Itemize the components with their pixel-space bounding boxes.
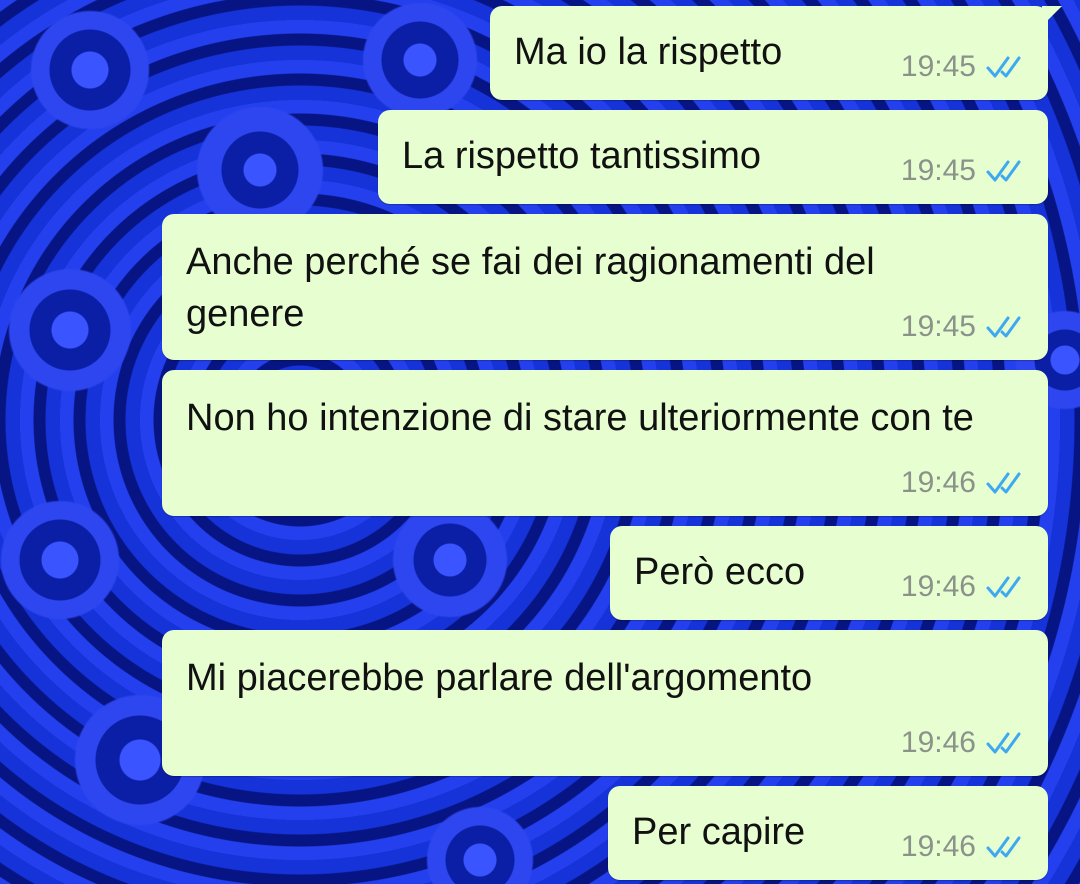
bubble-tail xyxy=(1042,6,1062,26)
message-meta: 19:45 xyxy=(901,310,1026,344)
message-time: 19:46 xyxy=(900,726,976,759)
message-meta: 19:45 xyxy=(901,154,1026,188)
message-time: 19:45 xyxy=(900,310,976,343)
message-meta: 19:45 xyxy=(901,50,1026,84)
message-text: Anche perché se fai dei ragionamenti del… xyxy=(186,241,886,335)
message-time: 19:46 xyxy=(900,466,976,499)
message-time: 19:46 xyxy=(900,570,976,603)
double-check-icon xyxy=(986,316,1021,338)
double-check-icon xyxy=(986,732,1021,754)
message-meta: 19:46 xyxy=(901,726,1026,760)
message-time: 19:45 xyxy=(900,50,976,83)
message-bubble[interactable]: Per capire 19:46 xyxy=(608,786,1048,880)
message-bubble[interactable]: Non ho intenzione di stare ulteriormente… xyxy=(162,370,1048,516)
message-meta: 19:46 xyxy=(901,570,1026,604)
message-bubble[interactable]: Anche perché se fai dei ragionamenti del… xyxy=(162,214,1048,360)
message-bubble[interactable]: La rispetto tantissimo 19:45 xyxy=(378,110,1048,204)
message-bubble[interactable]: Però ecco 19:46 xyxy=(610,526,1048,620)
message-bubble[interactable]: Ma io la rispetto 19:45 xyxy=(490,6,1062,100)
double-check-icon xyxy=(986,576,1021,598)
double-check-icon xyxy=(986,160,1021,182)
double-check-icon xyxy=(986,472,1021,494)
message-meta: 19:46 xyxy=(901,466,1026,500)
message-text: Mi piacerebbe parlare dell'argomento xyxy=(186,657,813,699)
message-time: 19:45 xyxy=(900,154,976,187)
message-bubble[interactable]: Mi piacerebbe parlare dell'argomento 19:… xyxy=(162,630,1048,776)
chat-message-list[interactable]: Ma io la rispetto 19:45 La rispetto tant… xyxy=(0,0,1080,884)
message-time: 19:46 xyxy=(900,830,976,863)
double-check-icon xyxy=(986,56,1021,78)
double-check-icon xyxy=(986,836,1021,858)
message-meta: 19:46 xyxy=(901,830,1026,864)
message-text: Non ho intenzione di stare ulteriormente… xyxy=(186,397,974,439)
